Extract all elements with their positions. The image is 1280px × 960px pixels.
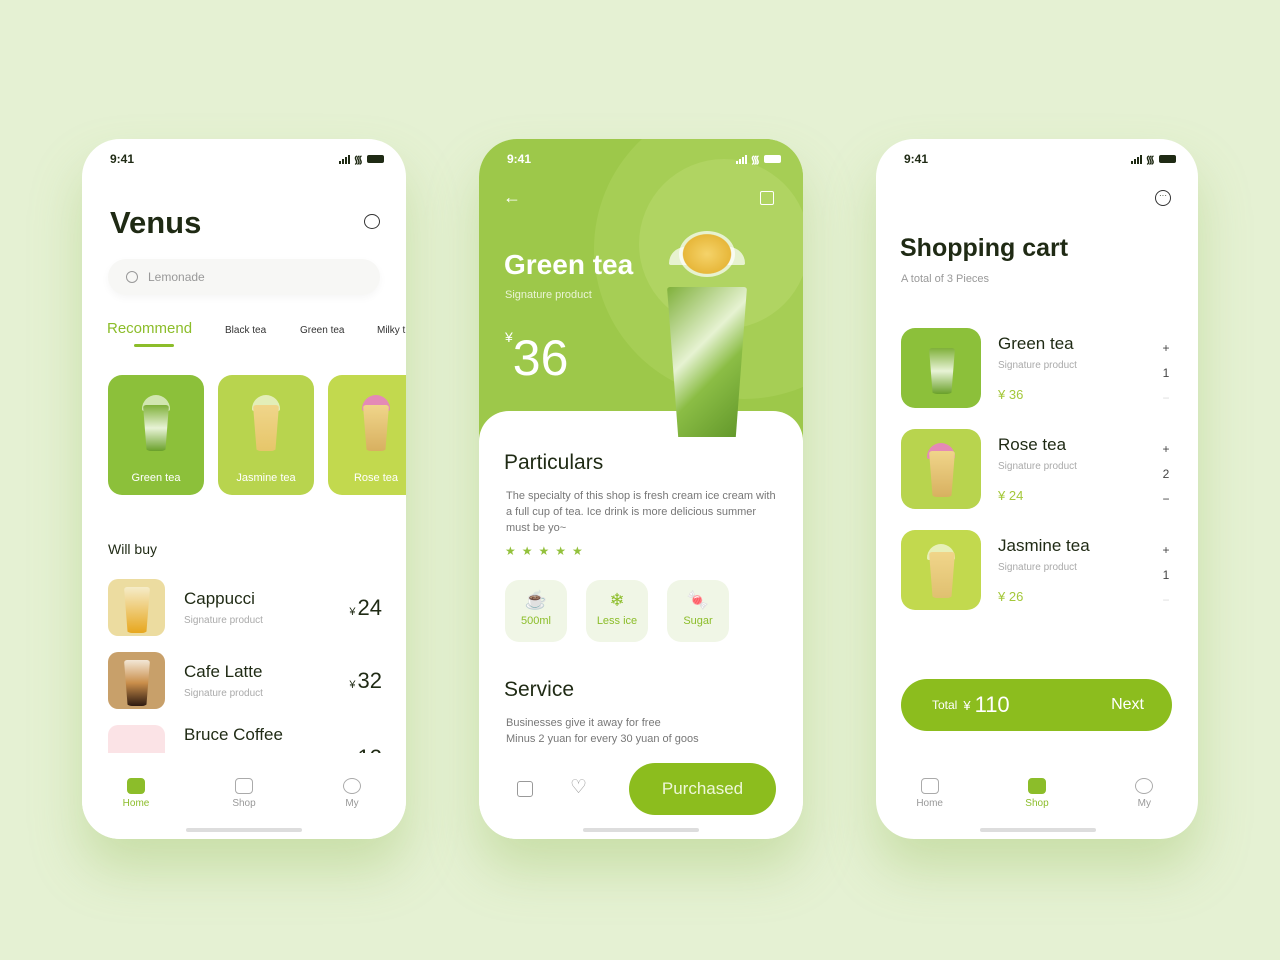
back-arrow-icon[interactable]: ← bbox=[503, 187, 521, 208]
checkout-bar[interactable]: Total ¥ 110 Next bbox=[901, 679, 1172, 731]
home-icon bbox=[920, 778, 939, 794]
search-input[interactable]: Lemonade bbox=[108, 259, 380, 295]
home-indicator bbox=[980, 828, 1096, 832]
section-title: Particulars bbox=[504, 451, 604, 474]
minus-button[interactable]: − bbox=[1159, 386, 1173, 411]
search-icon bbox=[126, 271, 138, 283]
tab-recommend[interactable]: Recommend bbox=[107, 320, 192, 337]
cart-item: Rose tea Signature product ¥ 24 +2− bbox=[901, 429, 1173, 511]
battery-icon bbox=[764, 155, 781, 163]
description: The specialty of this shop is fresh crea… bbox=[506, 490, 776, 534]
home-indicator bbox=[186, 828, 302, 832]
bottom-nav: Home Shop My bbox=[876, 778, 1198, 809]
battery-icon bbox=[1159, 155, 1176, 163]
total-amount: 110 bbox=[974, 692, 1010, 717]
plus-button[interactable]: + bbox=[1159, 437, 1173, 462]
tab-indicator bbox=[134, 344, 174, 347]
nav-shop[interactable]: Shop bbox=[1007, 778, 1067, 809]
bottom-nav: Home Shop My bbox=[82, 778, 406, 809]
candy-icon: 🍬 bbox=[686, 590, 710, 610]
tab-black-tea[interactable]: Black tea bbox=[225, 325, 266, 336]
purchase-button[interactable]: Purchased bbox=[629, 763, 776, 815]
plus-button[interactable]: + bbox=[1159, 538, 1173, 563]
signal-icon bbox=[1130, 154, 1142, 164]
cart-screen: 9:41 ᯾ ··· Shopping cart A total of 3 Pie… bbox=[876, 139, 1198, 839]
user-icon bbox=[1135, 778, 1154, 794]
cup-icon: ☕ bbox=[524, 590, 548, 610]
user-icon bbox=[343, 778, 361, 794]
minus-button[interactable]: − bbox=[1159, 487, 1173, 512]
tab-milky-tea[interactable]: Milky t bbox=[377, 325, 405, 336]
product-card[interactable]: Jasmine tea bbox=[218, 375, 314, 495]
shopping-bag-icon bbox=[235, 778, 253, 794]
status-bar: 9:41 ᯾ bbox=[507, 151, 781, 167]
nav-home[interactable]: Home bbox=[106, 778, 166, 809]
shopping-bag-icon bbox=[1027, 778, 1046, 794]
quantity-stepper: +1− bbox=[1159, 538, 1173, 613]
total-label: Total bbox=[932, 698, 958, 712]
cart-count: A total of 3 Pieces bbox=[901, 273, 990, 285]
home-icon bbox=[127, 778, 145, 794]
status-bar: 9:41 ᯾ bbox=[904, 151, 1176, 167]
section-title: Service bbox=[504, 678, 575, 701]
option-size[interactable]: ☕ 500ml bbox=[505, 580, 567, 642]
signal-icon bbox=[338, 154, 350, 164]
wifi-icon: ᯾ bbox=[1145, 153, 1155, 166]
nav-my[interactable]: My bbox=[322, 778, 382, 809]
minus-button[interactable]: − bbox=[1159, 588, 1173, 613]
page-title: Shopping cart bbox=[900, 234, 1069, 262]
product-card[interactable]: Green tea bbox=[108, 375, 204, 495]
section-title: Will buy bbox=[108, 541, 158, 557]
nav-shop[interactable]: Shop bbox=[214, 778, 274, 809]
tab-green-tea[interactable]: Green tea bbox=[300, 325, 344, 336]
service-info: Businesses give it away for free Minus 2 … bbox=[506, 717, 699, 745]
wifi-icon: ᯾ bbox=[750, 153, 760, 166]
cart-item: Jasmine tea Signature product ¥ 26 +1− bbox=[901, 530, 1173, 612]
product-card[interactable]: Rose tea bbox=[328, 375, 406, 495]
home-indicator bbox=[583, 828, 699, 832]
product-price: ¥36 bbox=[505, 329, 569, 386]
signal-icon bbox=[735, 154, 747, 164]
heart-icon[interactable]: ♡ bbox=[570, 776, 587, 799]
cart-item: Green tea Signature product ¥ 36 +1− bbox=[901, 328, 1173, 410]
app-title: Venus bbox=[110, 205, 202, 240]
nav-my[interactable]: My bbox=[1114, 778, 1174, 809]
snowflake-icon: ❄ bbox=[609, 590, 625, 610]
chat-bubble-icon[interactable] bbox=[364, 214, 380, 229]
battery-icon bbox=[367, 155, 384, 163]
list-item[interactable]: Bruce Coffee12 bbox=[108, 725, 382, 755]
price: ¥24 bbox=[349, 594, 382, 620]
cart-icon[interactable] bbox=[760, 191, 774, 205]
quantity-stepper: +1− bbox=[1159, 336, 1173, 411]
product-title: Green tea bbox=[504, 249, 634, 280]
more-icon[interactable]: ··· bbox=[1155, 190, 1171, 206]
home-screen: 9:41 ᯾ Venus Lemonade Recommend Black tea… bbox=[82, 139, 406, 839]
nav-home[interactable]: Home bbox=[900, 778, 960, 809]
price: ¥32 bbox=[349, 667, 382, 693]
option-ice[interactable]: ❄ Less ice bbox=[586, 580, 648, 642]
next-button[interactable]: Next bbox=[1111, 696, 1144, 714]
detail-screen: 9:41 ᯾ ← Green tea Signature product ¥36 … bbox=[479, 139, 803, 839]
plus-button[interactable]: + bbox=[1159, 336, 1173, 361]
option-sugar[interactable]: 🍬 Sugar bbox=[667, 580, 729, 642]
wifi-icon: ᯾ bbox=[353, 153, 363, 166]
edit-icon[interactable] bbox=[517, 781, 533, 797]
list-item[interactable]: Cappucci Signature product ¥24 bbox=[108, 579, 382, 636]
status-bar: 9:41 ᯾ bbox=[110, 151, 384, 167]
list-item[interactable]: Cafe Latte Signature product ¥32 bbox=[108, 652, 382, 709]
rating-stars: ★★★★★ bbox=[505, 544, 589, 558]
quantity-stepper: +2− bbox=[1159, 437, 1173, 512]
product-subtitle: Signature product bbox=[505, 289, 592, 301]
